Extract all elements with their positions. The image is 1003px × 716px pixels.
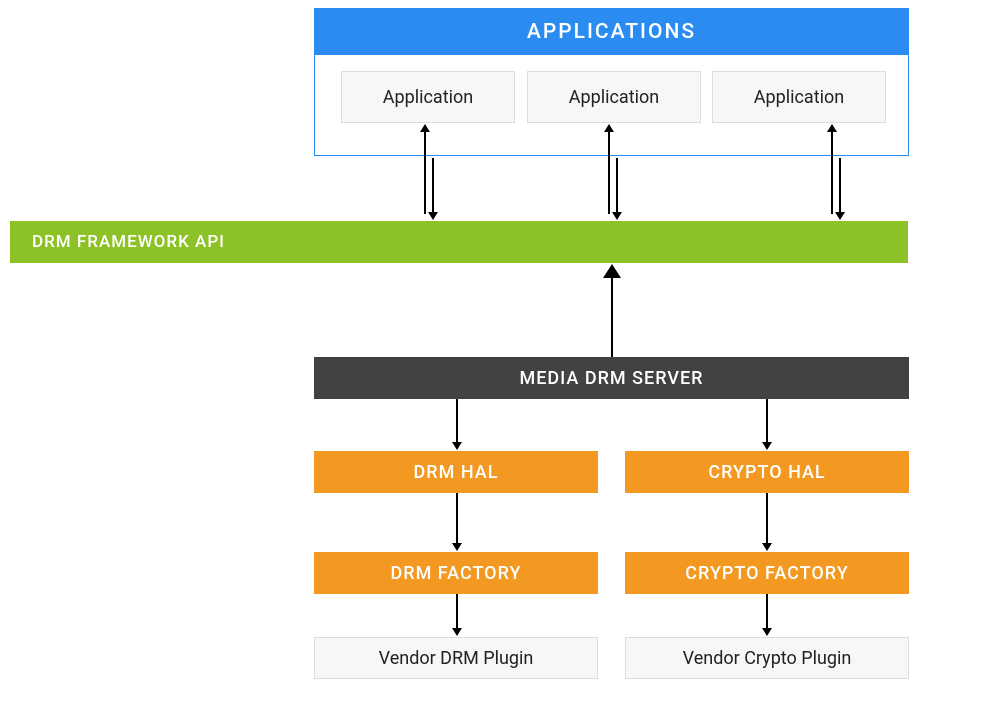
arrow-head-down-icon xyxy=(762,543,772,551)
application-label-1: Application xyxy=(383,87,473,108)
crypto-factory-label: CRYPTO FACTORY xyxy=(685,563,848,584)
applications-container: APPLICATIONS Application Application App… xyxy=(314,8,909,156)
arrow-line xyxy=(766,493,768,545)
media-drm-server-label: MEDIA DRM SERVER xyxy=(520,368,704,389)
arrow-head-down-icon xyxy=(612,212,622,220)
arrow-head-down-icon xyxy=(452,543,462,551)
arrow-line xyxy=(766,399,768,444)
arrow-head-down-icon xyxy=(762,442,772,450)
application-label-2: Application xyxy=(569,87,659,108)
arrow-head-down-icon xyxy=(428,212,438,220)
drm-framework-api-label: DRM FRAMEWORK API xyxy=(32,232,225,252)
arrow-line xyxy=(456,399,458,444)
vendor-crypto-plugin: Vendor Crypto Plugin xyxy=(625,637,909,679)
arrow-head-up-icon xyxy=(604,124,614,132)
drm-factory-label: DRM FACTORY xyxy=(391,563,522,584)
application-label-3: Application xyxy=(754,87,844,108)
arrow-head-up-icon xyxy=(420,124,430,132)
crypto-factory: CRYPTO FACTORY xyxy=(625,552,909,594)
arrow-line xyxy=(616,158,618,214)
applications-header: APPLICATIONS xyxy=(315,9,908,55)
arrow-line xyxy=(839,158,841,214)
vendor-drm-plugin: Vendor DRM Plugin xyxy=(314,637,598,679)
arrow-head-down-icon xyxy=(452,442,462,450)
drm-hal-label: DRM HAL xyxy=(414,462,499,483)
drm-framework-api: DRM FRAMEWORK API xyxy=(10,221,908,263)
vendor-crypto-plugin-label: Vendor Crypto Plugin xyxy=(683,648,852,669)
arrow-line xyxy=(456,493,458,545)
arrow-head-down-icon xyxy=(762,628,772,636)
applications-header-text: APPLICATIONS xyxy=(527,20,696,44)
arrow-line xyxy=(611,277,613,357)
drm-hal: DRM HAL xyxy=(314,451,598,493)
application-box-2: Application xyxy=(527,71,701,123)
arrow-line xyxy=(831,130,833,214)
arrow-head-down-icon xyxy=(835,212,845,220)
arrow-line xyxy=(766,594,768,630)
arrow-head-up-icon xyxy=(603,264,621,278)
crypto-hal: CRYPTO HAL xyxy=(625,451,909,493)
drm-factory: DRM FACTORY xyxy=(314,552,598,594)
application-box-3: Application xyxy=(712,71,886,123)
application-box-1: Application xyxy=(341,71,515,123)
vendor-drm-plugin-label: Vendor DRM Plugin xyxy=(379,648,534,669)
arrow-head-down-icon xyxy=(452,628,462,636)
arrow-line xyxy=(432,158,434,214)
arrow-line xyxy=(608,130,610,214)
arrow-line xyxy=(456,594,458,630)
arrow-line xyxy=(424,130,426,214)
media-drm-server: MEDIA DRM SERVER xyxy=(314,357,909,399)
arrow-head-up-icon xyxy=(827,124,837,132)
crypto-hal-label: CRYPTO HAL xyxy=(708,462,825,483)
